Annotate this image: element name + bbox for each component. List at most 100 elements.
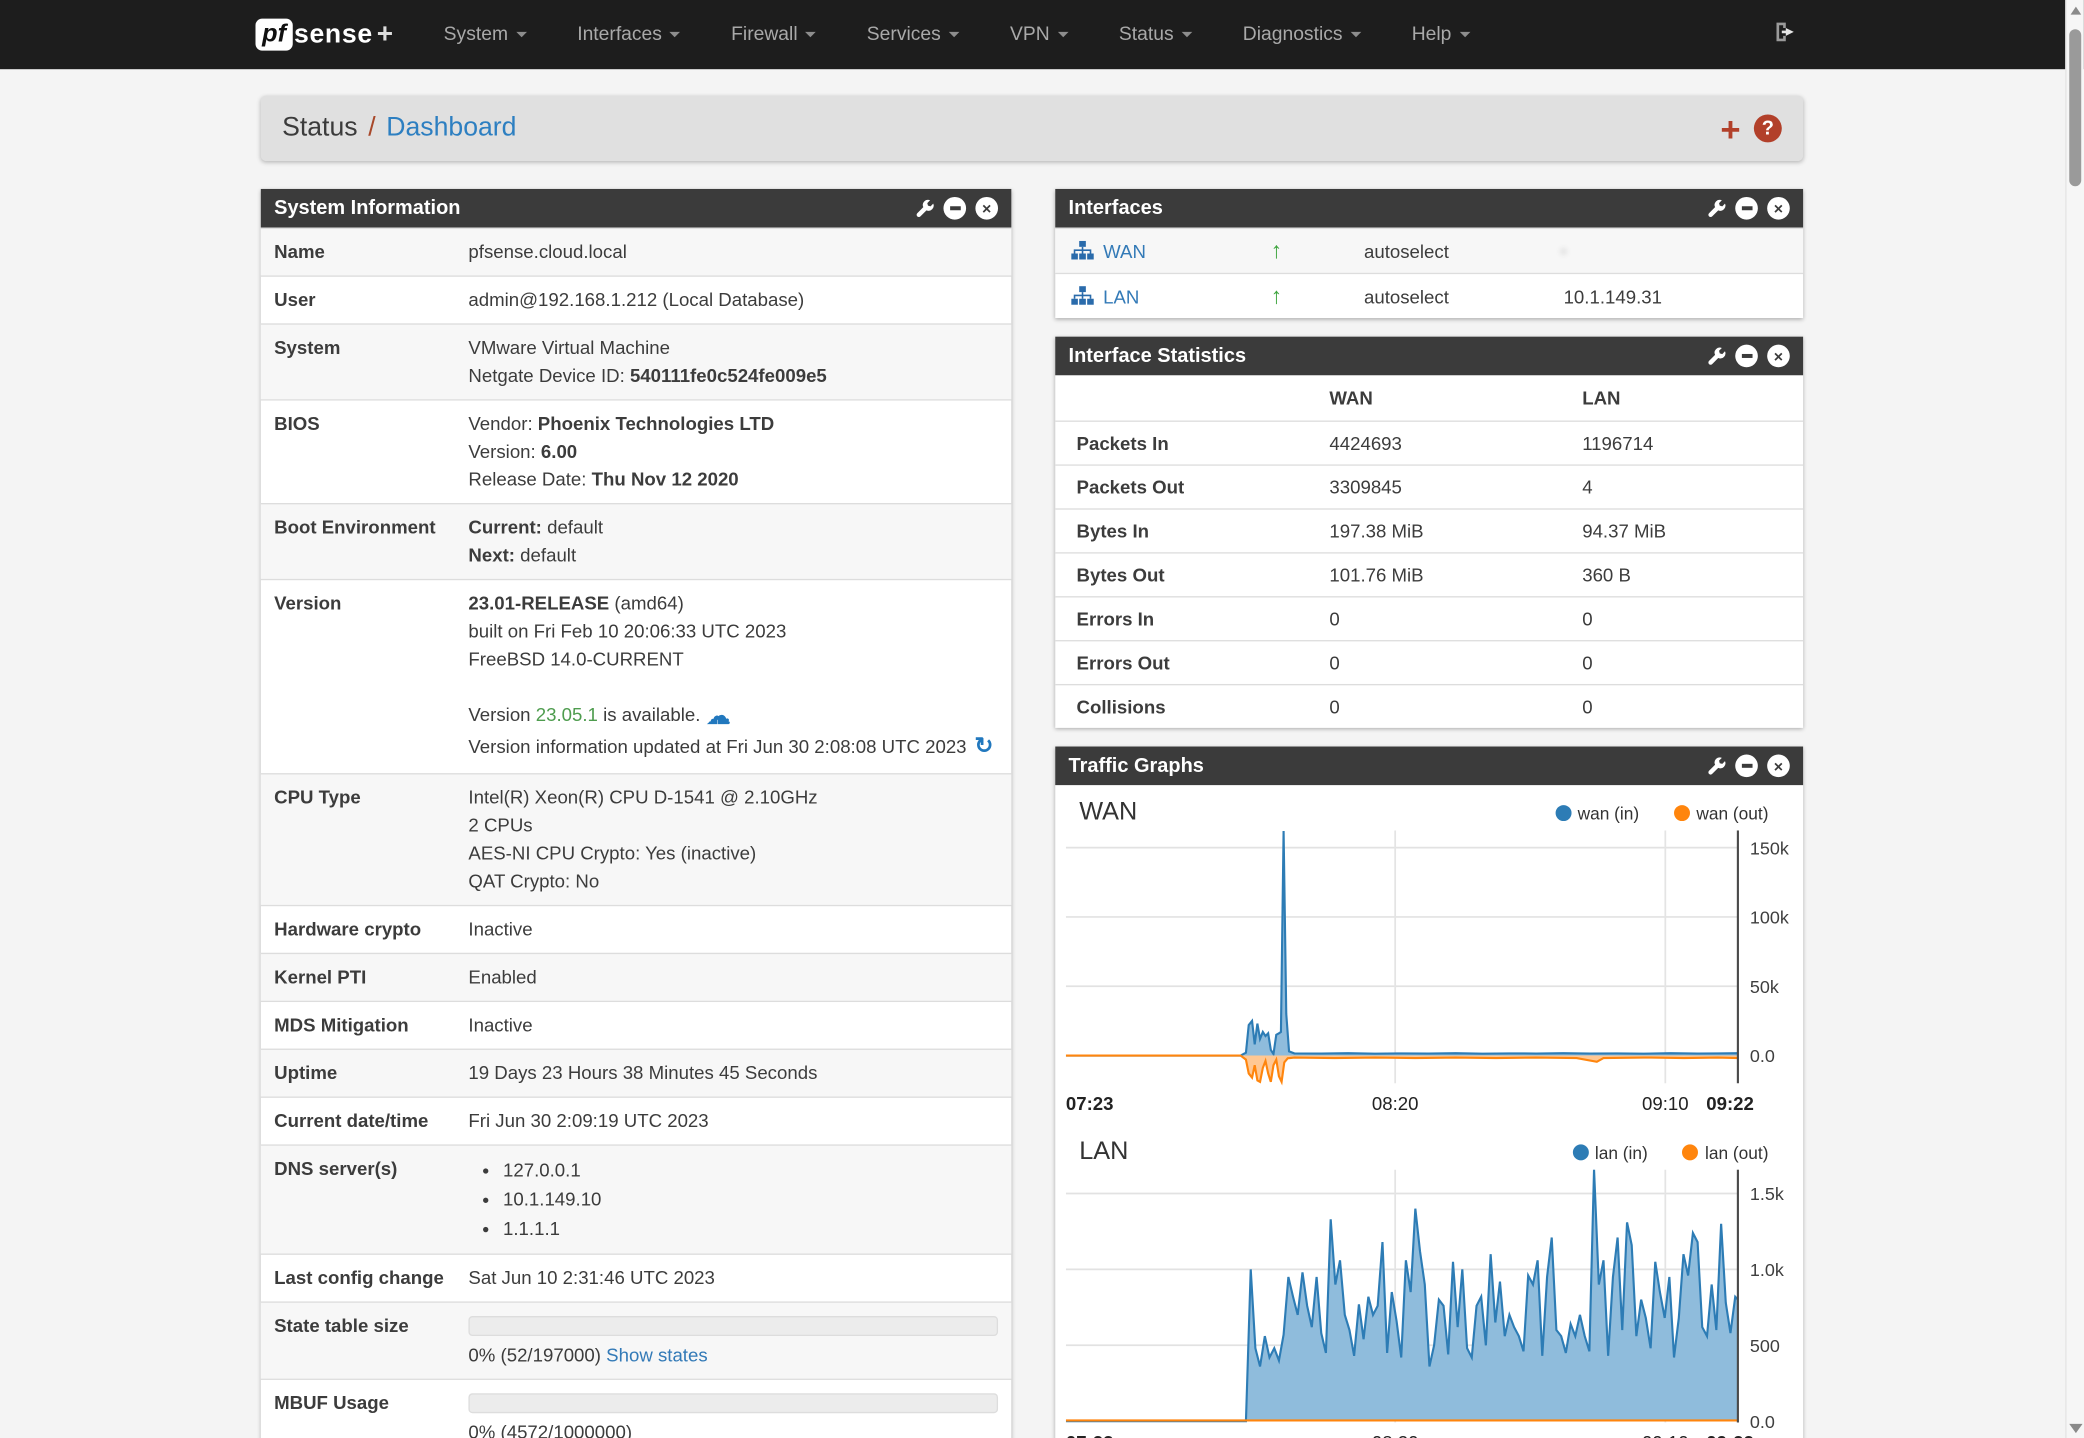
vertical-scrollbar[interactable] <box>2065 0 2084 1438</box>
svg-text:09:10: 09:10 <box>1642 1432 1689 1438</box>
legend-dot-wan-in <box>1555 805 1571 821</box>
panel-title: System Information <box>274 197 460 220</box>
wrench-icon[interactable] <box>1707 757 1726 776</box>
nav-menu-item[interactable]: VPN <box>1010 24 1068 45</box>
close-icon[interactable]: × <box>1767 197 1790 220</box>
brand-plus: + <box>377 19 393 51</box>
row-dns-servers: DNS server(s) 127.0.0.110.1.149.101.1.1.… <box>261 1144 1012 1253</box>
nav-menu-item[interactable]: System <box>444 24 527 45</box>
interface-up-icon: ↑ <box>1271 238 1364 265</box>
minimize-icon[interactable] <box>1735 197 1758 220</box>
svg-text:50k: 50k <box>1750 977 1779 997</box>
nav-menu-item[interactable]: Firewall <box>731 24 816 45</box>
row-kernel-pti: Kernel PTI Enabled <box>261 952 1012 1000</box>
stats-row: Bytes Out 101.76 MiB 360 B <box>1055 552 1803 596</box>
svg-text:08:20: 08:20 <box>1372 1093 1419 1114</box>
breadcrumb-section: Status <box>282 113 357 144</box>
svg-text:08:20: 08:20 <box>1372 1432 1419 1438</box>
svg-text:1.0k: 1.0k <box>1750 1260 1784 1280</box>
row-cpu-type: CPU Type Intel(R) Xeon(R) CPU D-1541 @ 2… <box>261 772 1012 904</box>
add-widget-icon[interactable]: + <box>1720 115 1740 142</box>
row-version: Version 23.01-RELEASE (amd64) built on F… <box>261 579 1012 773</box>
interface-row-wan: WAN ↑ autoselect <box>1055 228 1803 273</box>
top-navbar: pfsense+ System Interfaces Firewall Serv… <box>0 0 2084 69</box>
system-information-panel: System Information × Name pfsense.cloud.… <box>261 189 1012 1438</box>
close-icon[interactable]: × <box>1767 345 1790 368</box>
sitemap-icon <box>1071 286 1094 306</box>
svg-text:09:10: 09:10 <box>1642 1093 1689 1114</box>
row-mbuf-usage: MBUF Usage 0% (4572/1000000) <box>261 1378 1012 1438</box>
minimize-icon[interactable] <box>943 197 966 220</box>
chevron-down-icon <box>670 32 681 37</box>
row-boot-environment: Boot Environment Current: default Next: … <box>261 503 1012 579</box>
logout-icon[interactable] <box>1771 19 1798 52</box>
stats-rows: Packets In 4424693 1196714 Packets Out 3… <box>1055 421 1803 728</box>
minimize-icon[interactable] <box>1735 345 1758 368</box>
show-states-link[interactable]: Show states <box>606 1343 707 1364</box>
row-last-config-change: Last config change Sat Jun 10 2:31:46 UT… <box>261 1253 1012 1301</box>
system-information-header: System Information × <box>261 189 1012 228</box>
wrench-icon[interactable] <box>916 199 935 218</box>
interfaces-header: Interfaces × <box>1055 189 1803 228</box>
legend-dot-wan-out <box>1674 805 1690 821</box>
wan-traffic-chart: 150k100k50k0.007:2308:2009:1009:22 <box>1066 830 1793 1117</box>
row-state-table-size: State table size 0% (52/197000) Show sta… <box>261 1301 1012 1378</box>
mbuf-progressbar <box>468 1393 998 1413</box>
breadcrumb-page[interactable]: Dashboard <box>386 113 516 144</box>
help-icon[interactable]: ? <box>1754 114 1782 142</box>
chevron-down-icon <box>806 32 817 37</box>
row-bios: BIOS Vendor: Phoenix Technologies LTD Ve… <box>261 399 1012 503</box>
chevron-down-icon <box>516 32 527 37</box>
interface-lan-link[interactable]: LAN <box>1103 285 1139 306</box>
row-uptime: Uptime 19 Days 23 Hours 38 Minutes 45 Se… <box>261 1048 1012 1096</box>
interface-statistics-panel: Interface Statistics × WAN LAN <box>1055 337 1803 728</box>
stats-row: Collisions 0 0 <box>1055 684 1803 728</box>
row-user: User admin@192.168.1.212 (Local Database… <box>261 275 1012 323</box>
svg-text:07:23: 07:23 <box>1066 1432 1114 1438</box>
stats-row: Errors In 0 0 <box>1055 596 1803 640</box>
wrench-icon[interactable] <box>1707 347 1726 366</box>
scrollbar-up-arrow[interactable] <box>2071 7 2082 15</box>
nav-menu-item[interactable]: Help <box>1412 24 1470 45</box>
interface-media: autoselect <box>1364 240 1564 261</box>
legend-dot-lan-out <box>1682 1144 1698 1160</box>
nav-menu-item[interactable]: Interfaces <box>577 24 680 45</box>
stats-row: Errors Out 0 0 <box>1055 640 1803 684</box>
brand-sense: sense <box>294 19 373 50</box>
pfsense-logo[interactable]: pfsense+ <box>255 19 393 51</box>
dns-server: 10.1.149.10 <box>503 1185 998 1213</box>
svg-text:07:23: 07:23 <box>1066 1093 1114 1114</box>
close-icon[interactable]: × <box>975 197 998 220</box>
stats-column-headers: WAN LAN <box>1055 375 1803 420</box>
minimize-icon[interactable] <box>1735 755 1758 778</box>
svg-text:1.5k: 1.5k <box>1750 1184 1784 1204</box>
state-table-progressbar <box>468 1315 998 1335</box>
interface-statistics-header: Interface Statistics × <box>1055 337 1803 376</box>
nav-menu-item[interactable]: Status <box>1119 24 1192 45</box>
dns-server-list: 127.0.0.110.1.149.101.1.1.1 <box>468 1156 998 1242</box>
stats-row: Packets Out 3309845 4 <box>1055 464 1803 508</box>
download-update-icon[interactable]: ☁↓ <box>706 708 735 727</box>
nav-menu-item[interactable]: Services <box>867 24 960 45</box>
lan-graph-title: LAN <box>1079 1138 1128 1167</box>
interface-wan-link[interactable]: WAN <box>1103 240 1146 261</box>
svg-text:09:22: 09:22 <box>1706 1432 1754 1438</box>
close-icon[interactable]: × <box>1767 755 1790 778</box>
svg-text:09:22: 09:22 <box>1706 1093 1754 1114</box>
row-name: Name pfsense.cloud.local <box>261 228 1012 276</box>
scrollbar-down-arrow[interactable] <box>2069 1424 2082 1433</box>
breadcrumb: Status / Dashboard + ? <box>261 96 1803 161</box>
row-hardware-crypto: Hardware crypto Inactive <box>261 904 1012 952</box>
new-version-link[interactable]: 23.05.1 <box>536 704 598 725</box>
pf-logo-box: pf <box>255 19 292 51</box>
scrollbar-thumb[interactable] <box>2069 29 2081 186</box>
wan-graph-legend: wan (in) wan (out) <box>1555 803 1787 823</box>
sitemap-icon <box>1071 241 1094 261</box>
lan-traffic-graph: LAN lan (in) lan (out) 1.5k1.0k5000.007:… <box>1055 1124 1803 1438</box>
nav-menu-item[interactable]: Diagnostics <box>1243 24 1361 45</box>
row-system: System VMware Virtual Machine Netgate De… <box>261 323 1012 399</box>
refresh-version-icon[interactable]: ↻ <box>975 733 994 758</box>
wrench-icon[interactable] <box>1707 199 1726 218</box>
row-mds-mitigation: MDS Mitigation Inactive <box>261 1000 1012 1048</box>
lan-graph-legend: lan (in) lan (out) <box>1572 1142 1787 1162</box>
